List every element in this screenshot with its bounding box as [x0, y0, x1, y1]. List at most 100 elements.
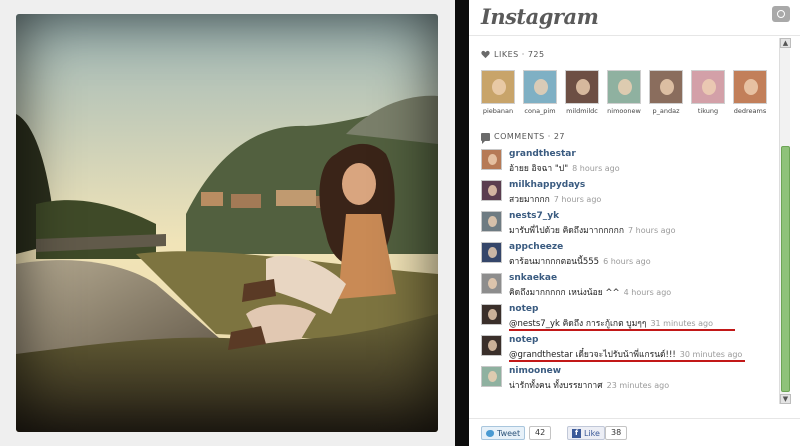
liker-item[interactable]: dedreams: [733, 70, 767, 120]
comment-text: @nests7_yk คิดถึง การะกู้เกต บูมๆๆ: [509, 319, 647, 329]
liker-avatar[interactable]: [691, 70, 725, 104]
avatar-face: [702, 79, 716, 95]
tweet-label: Tweet: [497, 428, 521, 438]
comments-scrollbar[interactable]: ▲ ▼: [779, 38, 791, 404]
commenter-username[interactable]: grandthestar: [509, 149, 576, 159]
avatar-face: [534, 79, 548, 95]
comment-item: grandthestar อ้ายย อิจฉา "ป" 8 hours ago: [481, 147, 771, 178]
comment-time: 7 hours ago: [627, 226, 676, 235]
commenter-avatar[interactable]: [481, 304, 502, 325]
comment-text: ตาร้อนมากกกตอนนี้555: [509, 257, 600, 267]
photo[interactable]: [16, 14, 438, 432]
liker-username[interactable]: cona_pim: [521, 107, 559, 115]
comment-item: milkhappydays สวยมากกก 7 hours ago: [481, 178, 771, 209]
scroll-thumb[interactable]: [781, 146, 790, 392]
commenter-avatar[interactable]: [481, 180, 502, 201]
divider: [455, 0, 469, 446]
commenter-username[interactable]: notep: [509, 335, 538, 345]
tweet-button[interactable]: Tweet: [481, 426, 526, 440]
avatar-face: [488, 185, 497, 196]
likes-header: LIKES · 725: [481, 50, 545, 59]
likes-count-label: LIKES · 725: [494, 50, 545, 59]
liker-avatar[interactable]: [733, 70, 767, 104]
avatar-face: [618, 79, 632, 95]
liker-username[interactable]: dedreams: [731, 107, 769, 115]
comment-time: 4 hours ago: [623, 288, 672, 297]
red-highlight-underline: [509, 360, 745, 362]
avatar-face: [576, 79, 590, 95]
commenter-username[interactable]: snkaekae: [509, 273, 557, 283]
instagram-logo: Instagram: [481, 4, 599, 29]
liker-avatar[interactable]: [607, 70, 641, 104]
commenter-avatar[interactable]: [481, 149, 502, 170]
avatar-face: [488, 278, 497, 289]
twitter-bird-icon: [486, 429, 494, 437]
liker-item[interactable]: p_andaz: [649, 70, 683, 120]
like-count: 38: [605, 426, 628, 440]
liker-avatar[interactable]: [565, 70, 599, 104]
liker-item[interactable]: tikung: [691, 70, 725, 120]
comment-time: 7 hours ago: [553, 195, 602, 204]
comment-body: น่ารักทั้งคน ทั้งบรรยากาศ 23 minutes ago: [509, 378, 669, 392]
comment-text: สวยมากกก: [509, 195, 550, 205]
camera-icon[interactable]: [772, 6, 790, 22]
liker-avatar[interactable]: [523, 70, 557, 104]
comment-time: 30 minutes ago: [679, 350, 743, 359]
commenter-username[interactable]: appcheeze: [509, 242, 563, 252]
comment-time: 23 minutes ago: [606, 381, 670, 390]
comment-time: 8 hours ago: [572, 164, 620, 173]
comment-item: notep @grandthestar เดี๋ยวจะไปรับน้าพี่แก…: [481, 333, 771, 364]
commenter-avatar[interactable]: [481, 211, 502, 232]
scroll-up-button[interactable]: ▲: [780, 38, 791, 48]
avatar-face: [488, 247, 497, 258]
liker-username[interactable]: nimoonew: [605, 107, 643, 115]
avatar-face: [488, 216, 497, 227]
liker-avatar[interactable]: [481, 70, 515, 104]
commenter-username[interactable]: notep: [509, 304, 538, 314]
comment-body: มารับพี่ไปด้วย คิดถึงมาากกกกก 7 hours ago: [509, 223, 676, 237]
avatar-face: [744, 79, 758, 95]
comment-item: notep @nests7_yk คิดถึง การะกู้เกต บูมๆๆ 3…: [481, 302, 771, 333]
comment-icon: [481, 132, 490, 144]
commenter-avatar[interactable]: [481, 273, 502, 294]
comment-body: ตาร้อนมากกกตอนนี้555 6 hours ago: [509, 254, 651, 268]
heart-icon: [481, 50, 490, 59]
red-highlight-underline: [509, 329, 735, 331]
commenter-avatar[interactable]: [481, 242, 502, 263]
scroll-down-button[interactable]: ▼: [780, 394, 791, 404]
liker-username[interactable]: mildmildc: [563, 107, 601, 115]
avatar-face: [488, 371, 497, 382]
comment-item: appcheeze ตาร้อนมากกกตอนนี้555 6 hours ago: [481, 240, 771, 271]
liker-username[interactable]: tikung: [689, 107, 727, 115]
liker-item[interactable]: mildmildc: [565, 70, 599, 120]
facebook-icon: f: [572, 428, 581, 438]
comment-time: 31 minutes ago: [650, 319, 713, 328]
comments-count-label: COMMENTS · 27: [494, 132, 565, 141]
commenter-username[interactable]: nests7_yk: [509, 211, 559, 221]
comment-text: น่ารักทั้งคน ทั้งบรรยากาศ: [509, 381, 603, 391]
liker-item[interactable]: piebanan: [481, 70, 515, 120]
tweet-count: 42: [529, 426, 552, 440]
comment-text: @grandthestar เดี๋ยวจะไปรับน้าพี่แกรนด์!…: [509, 350, 676, 360]
liker-avatar[interactable]: [649, 70, 683, 104]
liker-username[interactable]: p_andaz: [647, 107, 685, 115]
liker-item[interactable]: nimoonew: [607, 70, 641, 120]
avatar-face: [488, 309, 497, 320]
avatar-face: [492, 79, 506, 95]
liker-username[interactable]: piebanan: [479, 107, 517, 115]
comment-body: @nests7_yk คิดถึง การะกู้เกต บูมๆๆ 31 min…: [509, 316, 713, 330]
comment-body: คิดถึงมากกกกก เหน่งน้อย ^^ 4 hours ago: [509, 285, 671, 299]
commenter-avatar[interactable]: [481, 366, 502, 387]
comment-text: มารับพี่ไปด้วย คิดถึงมาากกกกก: [509, 226, 624, 236]
instagram-photo-viewer: Instagram LIKES · 725 piebanan cona_pim mi…: [0, 0, 800, 446]
avatar-face: [488, 340, 497, 351]
liker-item[interactable]: cona_pim: [523, 70, 557, 120]
comment-item: nests7_yk มารับพี่ไปด้วย คิดถึงมาากกกกก 7 …: [481, 209, 771, 240]
commenter-username[interactable]: milkhappydays: [509, 180, 585, 190]
comments-header: COMMENTS · 27: [481, 132, 565, 144]
commenter-avatar[interactable]: [481, 335, 502, 356]
share-footer: Tweet 42 f Like 38: [469, 418, 800, 446]
commenter-username[interactable]: nimoonew: [509, 366, 561, 376]
facebook-like-button[interactable]: f Like: [567, 426, 605, 440]
like-label: Like: [584, 428, 600, 438]
